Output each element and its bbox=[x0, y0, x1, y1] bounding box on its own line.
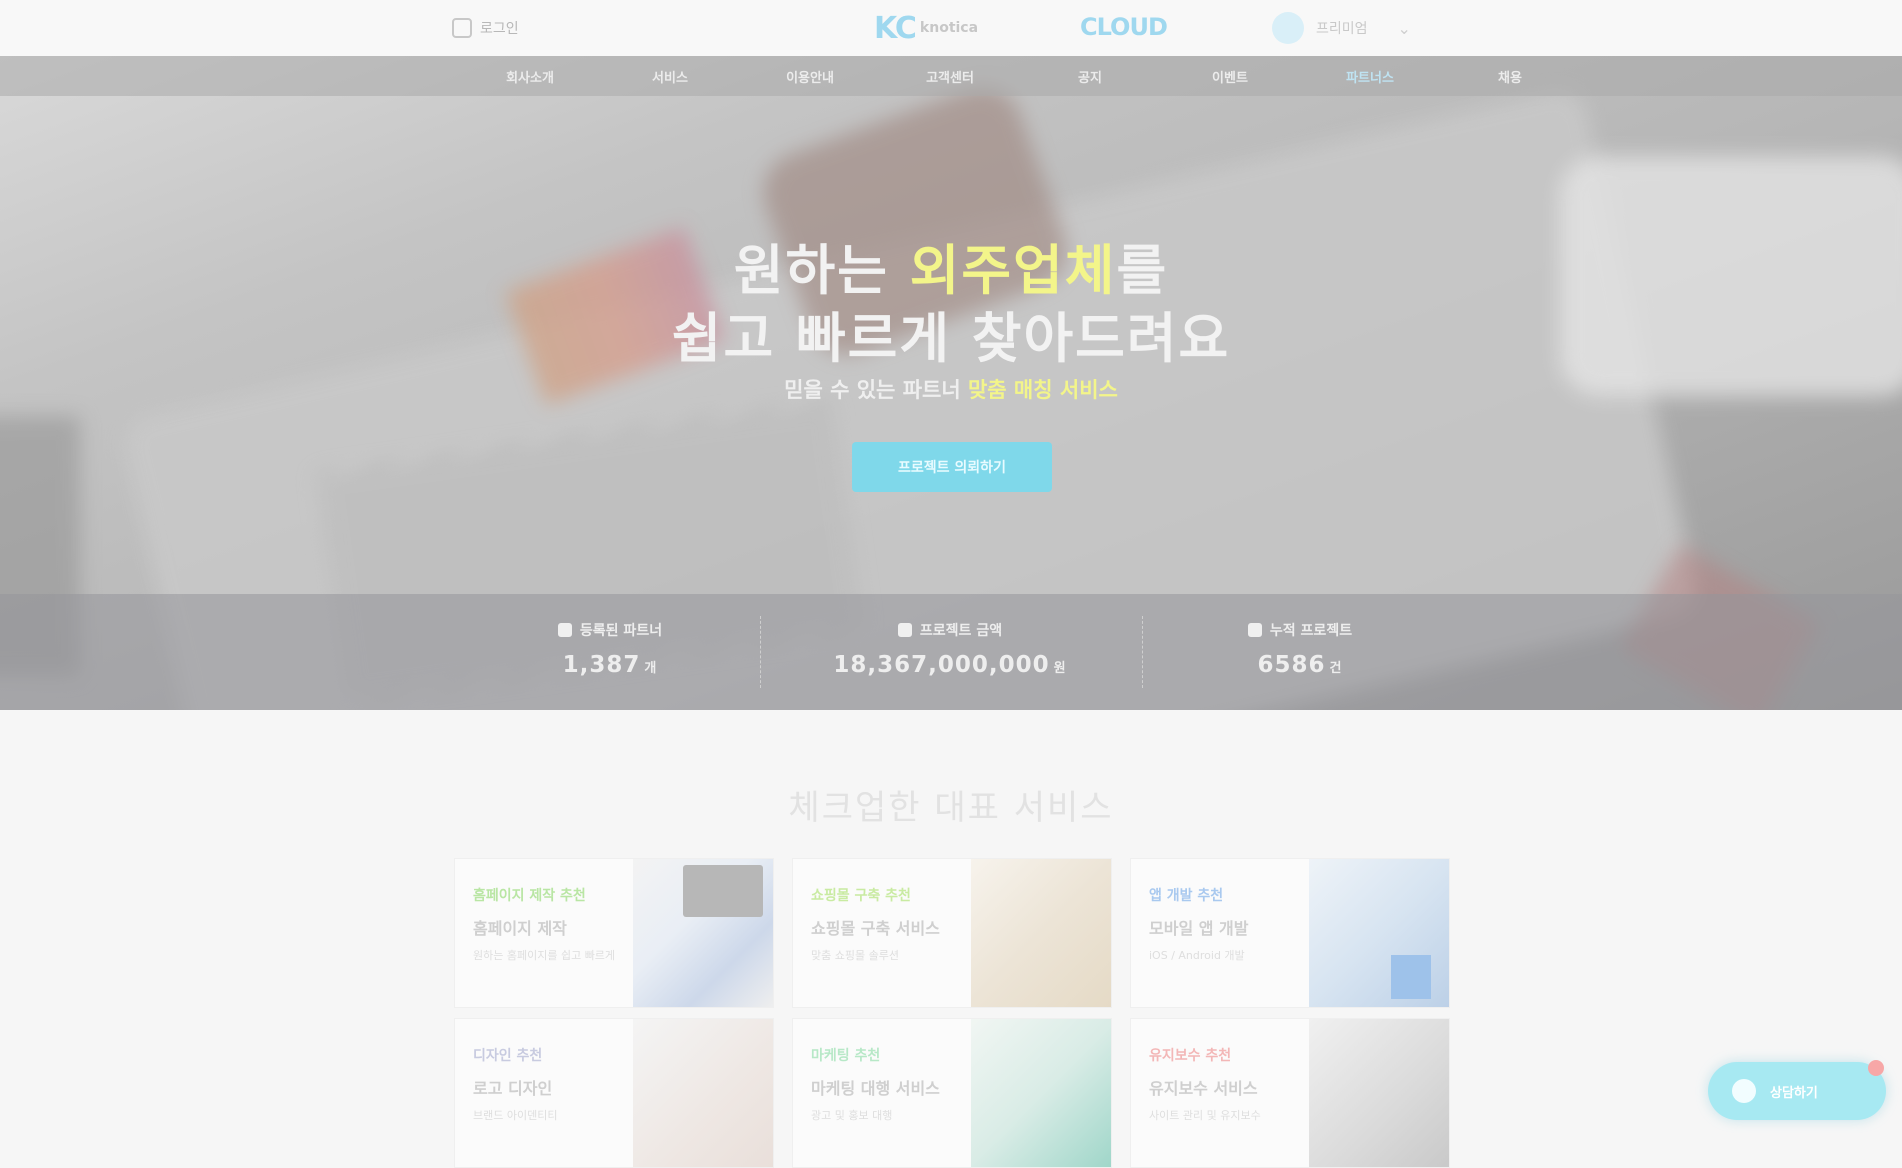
service-image bbox=[1309, 859, 1449, 1007]
service-desc: 원하는 홈페이지를 쉽고 빠르게 bbox=[473, 949, 616, 962]
request-project-button[interactable]: 프로젝트 의뢰하기 bbox=[852, 442, 1052, 492]
notification-badge bbox=[1868, 1060, 1884, 1076]
service-desc: 맞춤 쇼핑몰 솔루션 bbox=[811, 949, 899, 962]
service-tag: 마케팅 추천 bbox=[811, 1048, 881, 1064]
hero-subheadline: 믿을 수 있는 파트너 맞춤 매칭 서비스 bbox=[0, 374, 1902, 404]
service-desc: 브랜드 아이덴티티 bbox=[473, 1109, 558, 1122]
login-link[interactable]: 로그인 bbox=[452, 14, 519, 42]
service-title: 모바일 앱 개발 bbox=[1149, 919, 1249, 938]
hero-sub-highlight: 맞춤 매칭 서비스 bbox=[967, 378, 1118, 402]
stat-value: 6586 bbox=[1257, 652, 1326, 678]
stat-unit: 건 bbox=[1329, 661, 1343, 676]
service-title: 마케팅 대행 서비스 bbox=[811, 1079, 940, 1098]
stats-bar: 등록된 파트너 1,387 개 프로젝트 금액 18,367,000,000 원 누… bbox=[0, 594, 1902, 710]
partner-logo[interactable]: CLOUD bbox=[1080, 10, 1240, 44]
service-title: 로고 디자인 bbox=[473, 1079, 553, 1098]
stat-label: 프로젝트 금액 bbox=[919, 623, 1003, 639]
stat-unit: 원 bbox=[1053, 661, 1067, 676]
service-card[interactable]: 홈페이지 제작 추천 홈페이지 제작 원하는 홈페이지를 쉽고 빠르게 bbox=[454, 858, 774, 1008]
lock-icon bbox=[452, 18, 472, 38]
nav-item[interactable]: 공지 bbox=[1020, 67, 1160, 86]
money-icon bbox=[897, 623, 912, 637]
main-nav: 회사소개 서비스 이용안내 고객센터 공지 이벤트 파트너스 채용 bbox=[0, 56, 1902, 96]
services-title: 체크업한 대표 서비스 bbox=[788, 788, 1114, 828]
service-image bbox=[633, 1019, 773, 1167]
chat-label: 상담하기 bbox=[1770, 1085, 1818, 1101]
login-label: 로그인 bbox=[480, 21, 519, 37]
stat-partners: 등록된 파트너 1,387 개 bbox=[460, 620, 760, 678]
chat-bubble-icon bbox=[1732, 1079, 1756, 1103]
stat-value: 18,367,000,000 bbox=[833, 652, 1050, 678]
stat-divider bbox=[760, 616, 761, 688]
service-image bbox=[1309, 1019, 1449, 1167]
service-image bbox=[971, 859, 1111, 1007]
hero-banner: 회사소개 서비스 이용안내 고객센터 공지 이벤트 파트너스 채용 원하는 외주업체를 쉽고 … bbox=[0, 56, 1902, 710]
laptop-image bbox=[683, 865, 763, 917]
nav-item[interactable]: 서비스 bbox=[600, 67, 740, 86]
service-desc: 광고 및 홍보 대행 bbox=[811, 1109, 893, 1122]
account-select-label: 프리미엄 bbox=[1316, 21, 1368, 37]
hero-line1-highlight: 외주업체 bbox=[909, 239, 1117, 302]
stat-value: 1,387 bbox=[562, 652, 641, 678]
stat-project-amount: 프로젝트 금액 18,367,000,000 원 bbox=[800, 620, 1100, 678]
nav-item[interactable]: 회사소개 bbox=[460, 67, 600, 86]
nav-item[interactable]: 이용안내 bbox=[740, 67, 880, 86]
service-desc: 사이트 관리 및 유지보수 bbox=[1149, 1109, 1261, 1122]
partner-label: CLOUD bbox=[1080, 13, 1168, 41]
globe-icon bbox=[1272, 12, 1304, 44]
service-tag: 유지보수 추천 bbox=[1149, 1048, 1232, 1064]
service-tag: 앱 개발 추천 bbox=[1149, 888, 1224, 904]
chevron-down-icon: ⌄ bbox=[1397, 18, 1411, 38]
service-desc: iOS / Android 개발 bbox=[1149, 949, 1245, 962]
service-tag: 디자인 추천 bbox=[473, 1048, 543, 1064]
partner-icon bbox=[557, 623, 572, 637]
service-title: 홈페이지 제작 bbox=[473, 919, 567, 938]
hero-line1-suffix: 를 bbox=[1116, 239, 1169, 302]
brand-mark: KC bbox=[874, 10, 917, 46]
hero-headline-line2: 쉽고 빠르게 찾아드려요 bbox=[671, 307, 1231, 370]
service-image bbox=[633, 859, 773, 1007]
stat-label: 등록된 파트너 bbox=[579, 623, 663, 639]
hero-sub-text: 믿을 수 있는 파트너 bbox=[784, 378, 968, 402]
brand-sub: knotica bbox=[919, 20, 979, 36]
chat-button[interactable]: 상담하기 bbox=[1708, 1062, 1886, 1120]
service-title: 쇼핑몰 구축 서비스 bbox=[811, 919, 940, 938]
service-tag: 쇼핑몰 구축 추천 bbox=[811, 888, 911, 904]
brand-logo[interactable]: KC knotica bbox=[874, 10, 1034, 46]
service-card[interactable]: 마케팅 추천 마케팅 대행 서비스 광고 및 홍보 대행 bbox=[792, 1018, 1112, 1168]
package-image bbox=[1391, 955, 1431, 999]
service-tag: 홈페이지 제작 추천 bbox=[473, 888, 586, 904]
main-nav-list: 회사소개 서비스 이용안내 고객센터 공지 이벤트 파트너스 채용 bbox=[460, 56, 1580, 96]
service-card[interactable]: 디자인 추천 로고 디자인 브랜드 아이덴티티 bbox=[454, 1018, 774, 1168]
service-image bbox=[971, 1019, 1111, 1167]
stat-projects: 누적 프로젝트 6586 건 bbox=[1150, 620, 1450, 678]
service-title: 유지보수 서비스 bbox=[1149, 1079, 1258, 1098]
nav-item[interactable]: 채용 bbox=[1440, 67, 1580, 86]
stat-label: 누적 프로젝트 bbox=[1269, 623, 1353, 639]
account-select[interactable]: 프리미엄 ⌄ bbox=[1272, 12, 1411, 44]
stat-unit: 개 bbox=[644, 661, 658, 676]
folder-icon bbox=[1247, 623, 1262, 637]
service-card[interactable]: 유지보수 추천 유지보수 서비스 사이트 관리 및 유지보수 bbox=[1130, 1018, 1450, 1168]
nav-item[interactable]: 파트너스 bbox=[1300, 67, 1440, 86]
service-card[interactable]: 앱 개발 추천 모바일 앱 개발 iOS / Android 개발 bbox=[1130, 858, 1450, 1008]
service-card[interactable]: 쇼핑몰 구축 추천 쇼핑몰 구축 서비스 맞춤 쇼핑몰 솔루션 bbox=[792, 858, 1112, 1008]
hero-line1-text: 원하는 bbox=[733, 239, 910, 302]
stat-divider bbox=[1142, 616, 1143, 688]
nav-item[interactable]: 고객센터 bbox=[880, 67, 1020, 86]
top-bar: 로그인 KC knotica CLOUD 프리미엄 ⌄ bbox=[0, 0, 1902, 56]
nav-item[interactable]: 이벤트 bbox=[1160, 67, 1300, 86]
